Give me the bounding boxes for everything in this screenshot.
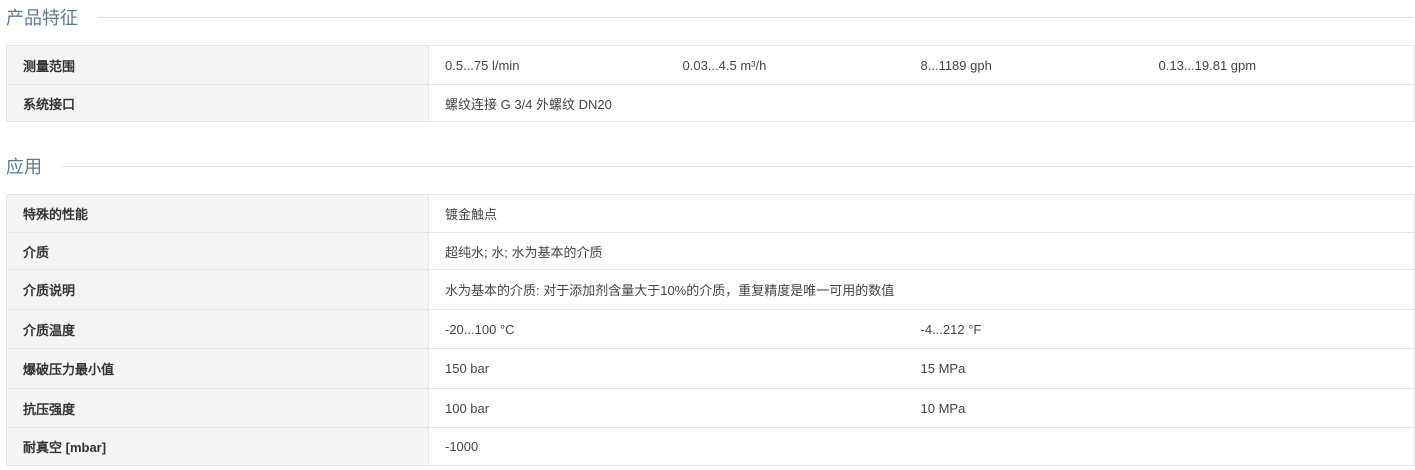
section-divider [62,165,1414,167]
row-value: 150 bar [428,348,905,389]
section-divider [98,16,1414,18]
table-row-special-feature: 特殊的性能 镀金触点 [6,194,1415,233]
row-label: 介质温度 [6,309,429,349]
section-header-application: 应用 [6,155,1414,177]
table-row-medium-note: 介质说明 水为基本的介质: 对于添加剂含量大于10%的介质，重复精度是唯一可用的… [6,269,1415,310]
application-spec-table: 特殊的性能 镀金触点 介质 超纯水; 水; 水为基本的介质 介质说明 水为基本的… [6,194,1415,466]
row-label: 介质 [6,232,429,270]
table-row-vacuum-resistance: 耐真空 [mbar] -1000 [6,427,1415,466]
row-value: -4...212 °F [904,309,1415,349]
table-row-pressure-rating: 抗压强度 100 bar 10 MPa [6,388,1415,428]
row-label: 特殊的性能 [6,194,429,233]
row-value: -1000 [427,427,1415,466]
row-value: 100 bar [428,388,905,428]
row-value: 螺纹连接 G 3/4 外螺纹 DN20 [428,84,1415,122]
row-label: 耐真空 [mbar] [6,427,429,466]
row-value: 10 MPa [904,388,1415,428]
features-spec-table: 测量范围 0.5...75 l/min 0.03...4.5 m³/h 8...… [6,45,1415,122]
section-header-features: 产品特征 [6,6,1414,28]
row-value: 超纯水; 水; 水为基本的介质 [427,232,1415,270]
row-label: 爆破压力最小值 [6,348,429,389]
table-row-min-burst-pressure: 爆破压力最小值 150 bar 15 MPa [6,348,1415,389]
row-label: 介质说明 [6,269,429,310]
row-value: 水为基本的介质: 对于添加剂含量大于10%的介质，重复精度是唯一可用的数值 [427,269,1415,310]
section-title-application: 应用 [6,157,42,177]
row-value: -20...100 °C [428,309,905,349]
row-label: 测量范围 [6,45,429,85]
row-label: 系统接口 [6,84,429,122]
row-value: 15 MPa [904,348,1415,389]
row-value: 0.5...75 l/min [428,45,667,85]
row-label: 抗压强度 [6,388,429,428]
section-title-features: 产品特征 [6,8,78,28]
table-row-measuring-range: 测量范围 0.5...75 l/min 0.03...4.5 m³/h 8...… [6,45,1415,85]
row-value: 镀金触点 [427,194,1415,233]
table-row-medium: 介质 超纯水; 水; 水为基本的介质 [6,232,1415,270]
row-value: 0.13...19.81 gpm [1142,45,1415,85]
row-value: 8...1189 gph [904,45,1143,85]
row-value: 0.03...4.5 m³/h [666,45,905,85]
table-row-process-connection: 系统接口 螺纹连接 G 3/4 外螺纹 DN20 [6,84,1415,122]
table-row-medium-temperature: 介质温度 -20...100 °C -4...212 °F [6,309,1415,349]
